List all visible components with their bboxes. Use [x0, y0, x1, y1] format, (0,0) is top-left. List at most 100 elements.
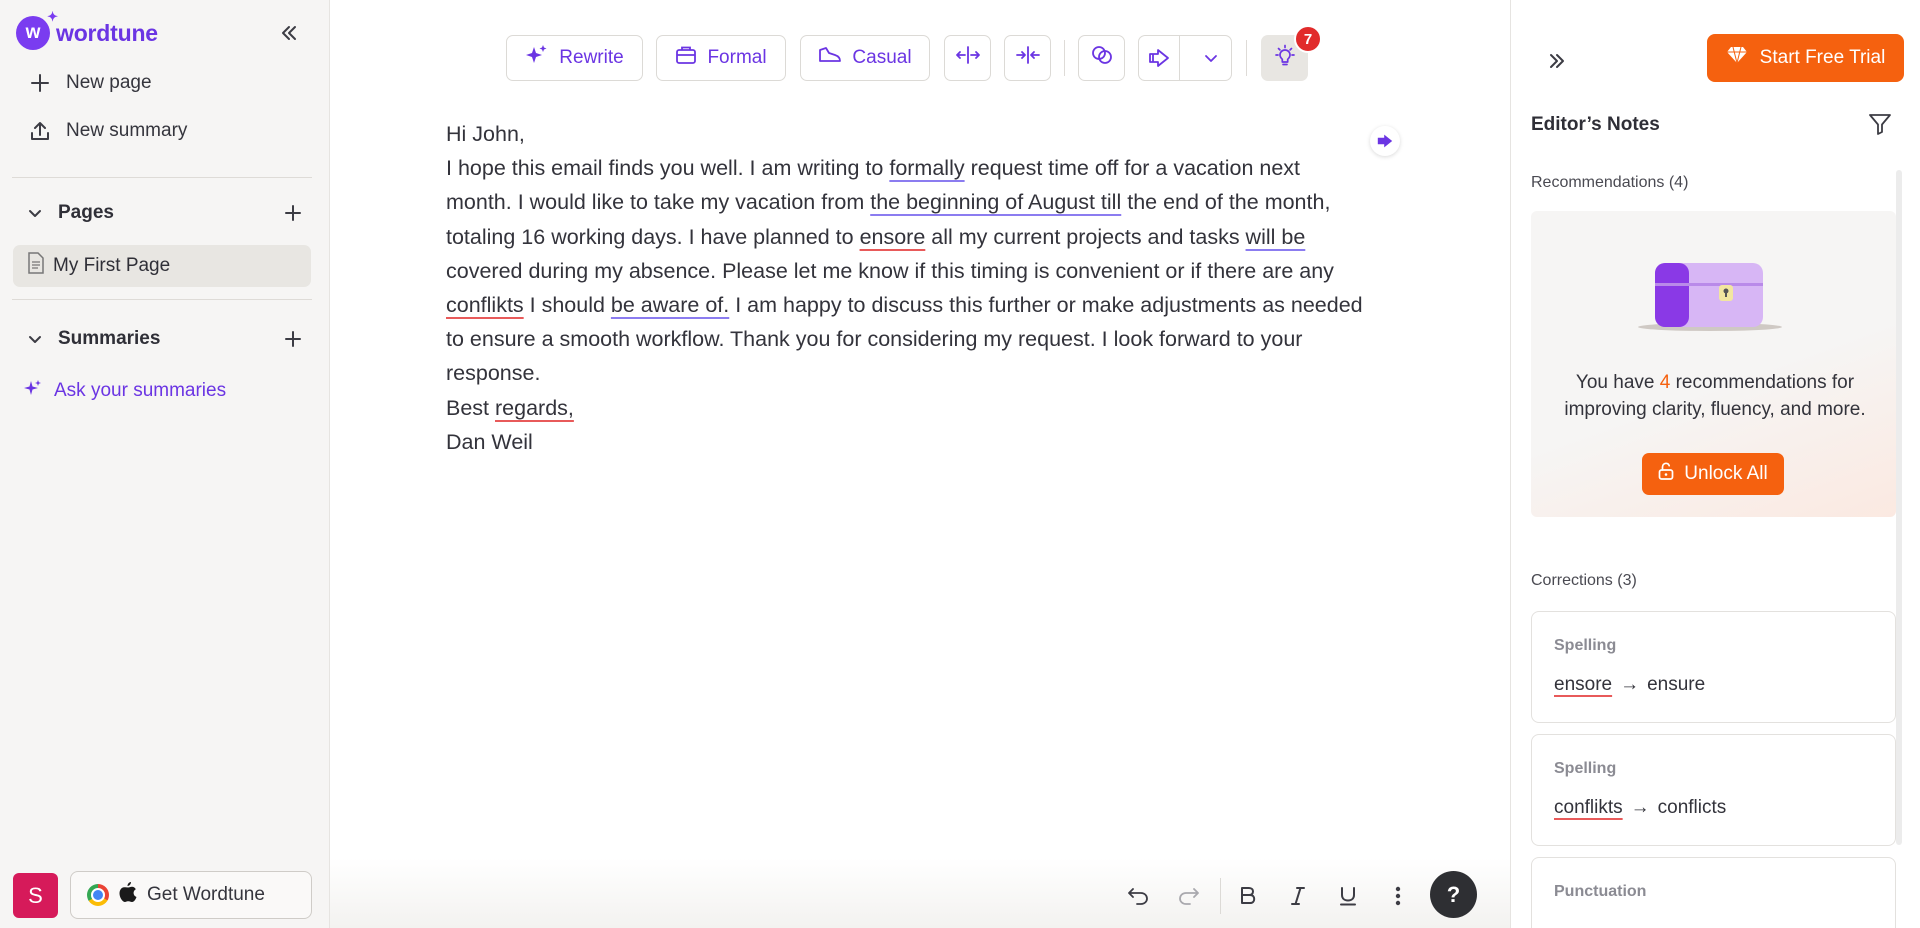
unlock-all-label: Unlock All	[1684, 463, 1768, 484]
expand-icon	[955, 45, 981, 71]
correction-type: Spelling	[1554, 637, 1617, 654]
page-item-label: My First Page	[53, 255, 171, 276]
correction-line: ensore → ensure	[1554, 674, 1705, 696]
rec-prefix: You have	[1575, 372, 1660, 393]
new-summary-label: New summary	[66, 120, 188, 141]
flagged-word[interactable]: regards,	[495, 396, 574, 420]
plus-icon	[28, 71, 52, 95]
signature-line: Dan Weil	[446, 429, 533, 454]
collapse-sidebar-button[interactable]	[274, 18, 304, 48]
style-suggestion-phrase[interactable]: formally	[889, 156, 964, 180]
correction-line: conflikts → conflicts	[1554, 797, 1726, 819]
suggestions-count-badge: 7	[1294, 25, 1322, 53]
bold-icon	[1241, 887, 1256, 904]
document-editor[interactable]: Hi John, I hope this email finds you wel…	[446, 117, 1366, 459]
filter-icon	[1869, 114, 1891, 135]
toolbar-divider	[1246, 40, 1247, 76]
more-options-button[interactable]	[1380, 878, 1416, 914]
correction-card[interactable]: Spelling ensore → ensure	[1531, 611, 1896, 723]
expand-text-button[interactable]	[944, 35, 991, 81]
kebab-menu-icon	[1395, 886, 1401, 906]
wordtune-logo[interactable]: w ✦ wordtune	[16, 9, 158, 50]
document-icon	[27, 252, 45, 280]
left-sidebar: w ✦ wordtune New page New summary Pages M…	[0, 0, 330, 928]
diamond-icon	[1726, 46, 1748, 70]
arrow-right-icon	[1377, 134, 1393, 148]
get-wordtune-label: Get Wordtune	[147, 884, 265, 905]
sparkle-icon	[525, 44, 549, 72]
italic-button[interactable]	[1280, 878, 1316, 914]
shorten-icon	[1015, 45, 1041, 71]
start-free-trial-button[interactable]: Start Free Trial	[1707, 34, 1904, 82]
toolbar-divider	[1220, 878, 1221, 914]
correction-type: Punctuation	[1554, 883, 1647, 900]
style-suggestion-phrase[interactable]: the beginning of August till	[870, 190, 1121, 214]
chevron-down-icon[interactable]	[1190, 36, 1231, 80]
casual-button[interactable]: Casual	[800, 35, 930, 81]
underline-button[interactable]	[1330, 878, 1366, 914]
filter-button[interactable]	[1868, 112, 1894, 138]
undo-icon	[1128, 888, 1148, 905]
continue-writing-button[interactable]	[1138, 35, 1232, 81]
arrow-right-icon: →	[1620, 674, 1640, 695]
original-word: conflikts	[1554, 797, 1623, 818]
formal-label: Formal	[707, 47, 767, 68]
double-chevron-right-icon	[1550, 54, 1564, 68]
undo-button[interactable]	[1120, 878, 1156, 914]
recommendations-heading: Recommendations (4)	[1531, 174, 1689, 191]
unlock-all-button[interactable]: Unlock All	[1642, 453, 1784, 495]
new-summary-button[interactable]: New summary	[28, 116, 187, 146]
summaries-section-header[interactable]: Summaries	[24, 324, 306, 354]
style-suggestion-phrase[interactable]: be aware of.	[611, 293, 729, 317]
sidebar-divider	[12, 299, 312, 300]
redo-icon	[1179, 888, 1199, 905]
rewrite-label: Rewrite	[559, 47, 624, 68]
panel-scrollbar[interactable]	[1896, 170, 1902, 845]
shorten-text-button[interactable]	[1004, 35, 1051, 81]
add-summary-icon[interactable]	[280, 326, 306, 352]
chrome-icon	[87, 884, 109, 906]
treasure-chest-icon	[1638, 263, 1782, 331]
panel-title: Editor’s Notes	[1531, 114, 1660, 135]
greeting-line: Hi John,	[446, 122, 525, 146]
briefcase-icon	[675, 45, 697, 71]
correction-card[interactable]: Punctuation	[1531, 857, 1896, 928]
synonyms-button[interactable]	[1078, 35, 1125, 81]
formal-button[interactable]: Formal	[656, 35, 786, 81]
spelling-flagged-word[interactable]: conflikts	[446, 293, 524, 317]
casual-label: Casual	[852, 47, 912, 68]
pages-section-header[interactable]: Pages	[24, 198, 306, 228]
closing-text: Best	[446, 395, 495, 420]
arrow-right-icon: →	[1630, 797, 1650, 818]
correction-type: Spelling	[1554, 760, 1617, 777]
summaries-heading: Summaries	[58, 328, 161, 349]
recommendations-message: You have 4 recommendations for improving…	[1545, 369, 1885, 423]
user-avatar[interactable]: S	[13, 873, 58, 918]
get-wordtune-button[interactable]: Get Wordtune	[70, 871, 312, 919]
redo-button[interactable]	[1171, 878, 1207, 914]
add-page-icon[interactable]	[280, 200, 306, 226]
ask-summaries-link[interactable]: Ask your summaries	[24, 376, 226, 406]
collapse-panel-button[interactable]	[1542, 46, 1572, 76]
bold-button[interactable]	[1230, 878, 1266, 914]
sidebar-divider	[12, 177, 312, 178]
help-button[interactable]: ?	[1430, 871, 1477, 918]
style-suggestion-phrase[interactable]: will be	[1246, 225, 1306, 249]
underline-icon	[1340, 887, 1356, 906]
email-body-paragraph: I hope this email finds you well. I am w…	[446, 151, 1366, 390]
new-page-button[interactable]: New page	[28, 68, 152, 98]
ask-summaries-label: Ask your summaries	[54, 380, 227, 401]
double-chevron-left-icon	[282, 26, 296, 40]
sidebar-item-my-first-page[interactable]: My First Page	[13, 245, 311, 287]
continue-writing-float-button[interactable]	[1370, 126, 1400, 156]
unlock-icon	[1658, 462, 1674, 486]
body-text: all my current projects and tasks	[925, 224, 1246, 249]
sparkle-icon	[24, 379, 42, 403]
start-free-trial-label: Start Free Trial	[1759, 47, 1886, 68]
correction-card[interactable]: Spelling conflikts → conflicts	[1531, 734, 1896, 846]
apple-icon	[119, 881, 137, 909]
rewrite-button[interactable]: Rewrite	[506, 35, 643, 81]
suggested-word: ensure	[1647, 674, 1706, 695]
toolbar-divider	[1064, 40, 1065, 76]
spelling-flagged-word[interactable]: ensore	[860, 225, 926, 249]
